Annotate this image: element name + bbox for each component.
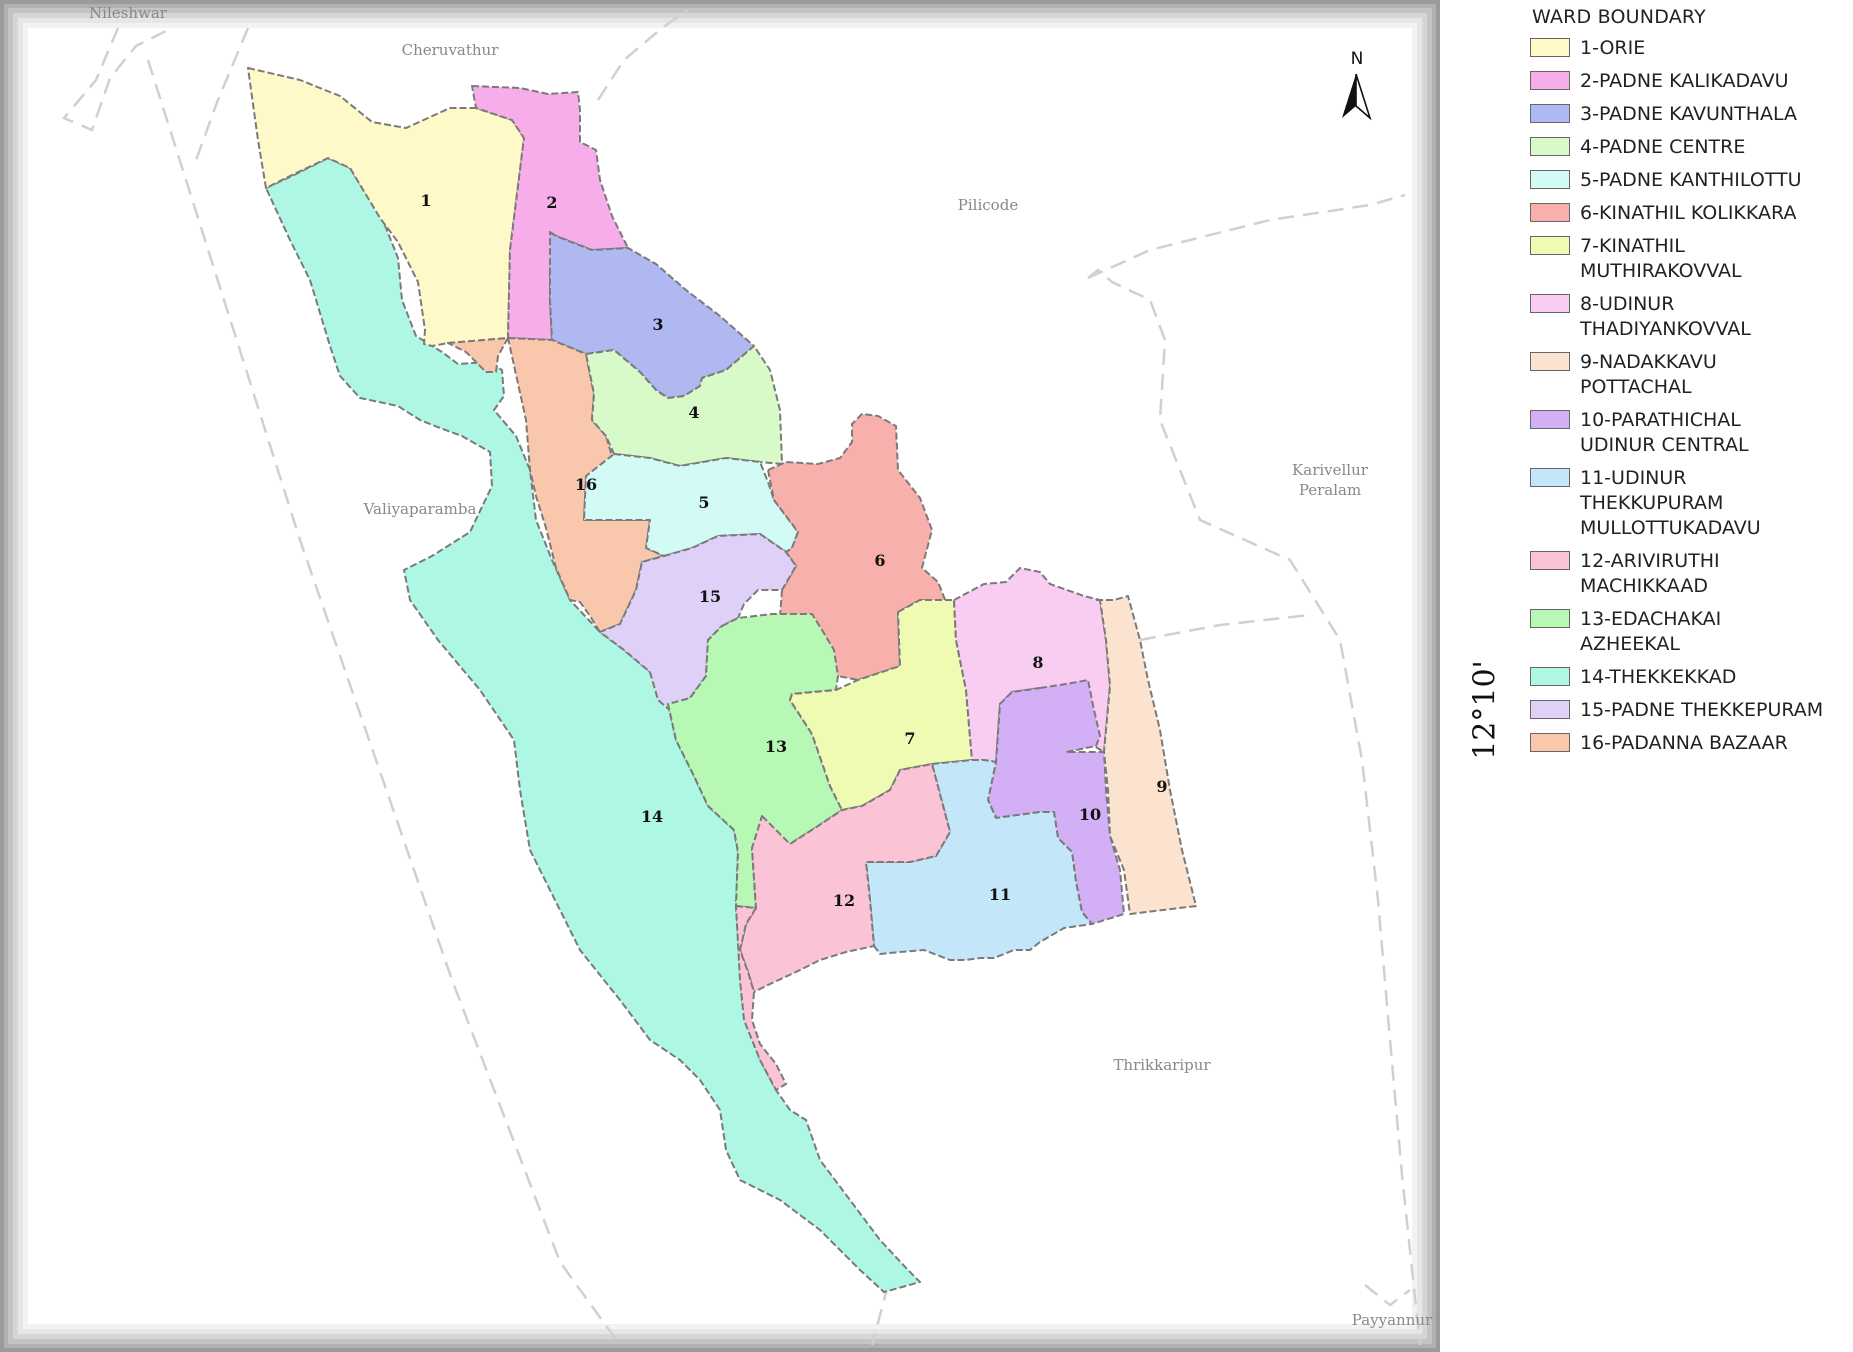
legend-swatch <box>1530 551 1570 570</box>
ward-13-label: 13 <box>765 737 787 756</box>
legend-swatch <box>1530 468 1570 487</box>
legend-label: 13-EDACHAKAI AZHEEKAL <box>1580 608 1722 655</box>
legend-label: 8-UDINUR THADIYANKOVVAL <box>1580 293 1751 340</box>
legend-item[interactable]: 9-NADAKKAVU POTTACHAL <box>1530 350 1850 400</box>
legend-item[interactable]: 4-PADNE CENTRE <box>1530 135 1850 160</box>
ward-9-label: 9 <box>1156 777 1167 796</box>
legend-swatch <box>1530 667 1570 686</box>
legend: WARD BOUNDARY 1-ORIE 2-PADNE KALIKADAVU 3-… <box>1530 6 1850 764</box>
place-label-cheruvathur: Cheruvathur <box>402 41 500 59</box>
place-label-nileshwar: Nileshwar <box>89 4 168 22</box>
legend-swatch <box>1530 137 1570 156</box>
latitude-label: 12°10' <box>1460 660 1510 760</box>
legend-label: 7-KINATHIL MUTHIRAKOVVAL <box>1580 235 1742 282</box>
legend-item[interactable]: 11-UDINUR THEKKUPURAM MULLOTTUKADAVU <box>1530 466 1850 541</box>
place-label-karivellur: Karivellur <box>1292 461 1369 479</box>
ward-16-label: 16 <box>575 475 597 494</box>
legend-swatch <box>1530 71 1570 90</box>
place-label-valiyaparamba: Valiyaparamba <box>363 500 477 518</box>
legend-item[interactable]: 10-PARATHICHAL UDINUR CENTRAL <box>1530 408 1850 458</box>
legend-swatch <box>1530 352 1570 371</box>
legend-item[interactable]: 16-PADANNA BAZAAR <box>1530 731 1850 756</box>
legend-swatch <box>1530 609 1570 628</box>
ward-11-label: 11 <box>989 885 1011 904</box>
legend-label: 5-PADNE KANTHILOTTU <box>1580 169 1802 191</box>
legend-swatch <box>1530 170 1570 189</box>
north-arrow-label: N <box>1351 49 1364 69</box>
legend-swatch <box>1530 700 1570 719</box>
legend-label: 9-NADAKKAVU POTTACHAL <box>1580 351 1717 398</box>
ward-12-label: 12 <box>833 891 855 910</box>
legend-item[interactable]: 13-EDACHAKAI AZHEEKAL <box>1530 607 1850 657</box>
place-label-pilicode: Pilicode <box>958 196 1019 214</box>
legend-item[interactable]: 5-PADNE KANTHILOTTU <box>1530 168 1850 193</box>
legend-swatch <box>1530 294 1570 313</box>
ward-7-label: 7 <box>904 729 915 748</box>
ward-3-label: 3 <box>652 315 663 334</box>
legend-swatch <box>1530 733 1570 752</box>
legend-item[interactable]: 12-ARIVIRUTHI MACHIKKAAD <box>1530 549 1850 599</box>
map-frame: Nileshwar Cheruvathur Pilicode Karivellu… <box>0 0 1440 1352</box>
place-label-peralam: Peralam <box>1299 481 1361 499</box>
legend-label: 2-PADNE KALIKADAVU <box>1580 70 1789 92</box>
legend-swatch <box>1530 236 1570 255</box>
legend-item[interactable]: 6-KINATHIL KOLIKKARA <box>1530 201 1850 226</box>
legend-item[interactable]: 2-PADNE KALIKADAVU <box>1530 69 1850 94</box>
legend-label: 15-PADNE THEKKEPURAM <box>1580 699 1824 721</box>
legend-swatch <box>1530 104 1570 123</box>
legend-item[interactable]: 8-UDINUR THADIYANKOVVAL <box>1530 292 1850 342</box>
ward-5-label: 5 <box>698 493 709 512</box>
legend-item[interactable]: 3-PADNE KAVUNTHALA <box>1530 102 1850 127</box>
ward-15-label: 15 <box>699 587 721 606</box>
ward-8-label: 8 <box>1032 653 1043 672</box>
ward-4-label: 4 <box>688 403 699 422</box>
ward-6-label: 6 <box>874 551 885 570</box>
legend-label: 4-PADNE CENTRE <box>1580 136 1746 158</box>
latitude-label-text: 12°10' <box>1467 660 1503 760</box>
ward-10-label: 10 <box>1079 805 1101 824</box>
legend-title: WARD BOUNDARY <box>1532 6 1706 28</box>
ward-2-label: 2 <box>546 193 557 212</box>
ward-14-label: 14 <box>641 807 663 826</box>
legend-label: 6-KINATHIL KOLIKKARA <box>1580 202 1797 224</box>
place-label-payyannur: Payyannur <box>1352 1311 1433 1329</box>
place-label-thrikkaripur: Thrikkaripur <box>1113 1056 1211 1074</box>
legend-swatch <box>1530 38 1570 57</box>
legend-label: 16-PADANNA BAZAAR <box>1580 732 1788 754</box>
legend-label: 3-PADNE KAVUNTHALA <box>1580 103 1798 125</box>
legend-item[interactable]: 15-PADNE THEKKEPURAM <box>1530 698 1850 723</box>
legend-label: 11-UDINUR THEKKUPURAM MULLOTTUKADAVU <box>1580 467 1761 539</box>
legend-items: 1-ORIE 2-PADNE KALIKADAVU 3-PADNE KAVUNTHA… <box>1530 36 1850 756</box>
legend-item[interactable]: 14-THEKKEKKAD <box>1530 665 1850 690</box>
legend-item[interactable]: 7-KINATHIL MUTHIRAKOVVAL <box>1530 234 1850 284</box>
legend-label: 1-ORIE <box>1580 37 1646 59</box>
legend-label: 14-THEKKEKKAD <box>1580 666 1737 688</box>
legend-swatch <box>1530 410 1570 429</box>
legend-item[interactable]: 1-ORIE <box>1530 36 1850 61</box>
ward-1-label: 1 <box>420 191 431 210</box>
legend-label: 12-ARIVIRUTHI MACHIKKAAD <box>1580 550 1720 597</box>
legend-label: 10-PARATHICHAL UDINUR CENTRAL <box>1580 409 1749 456</box>
legend-swatch <box>1530 203 1570 222</box>
